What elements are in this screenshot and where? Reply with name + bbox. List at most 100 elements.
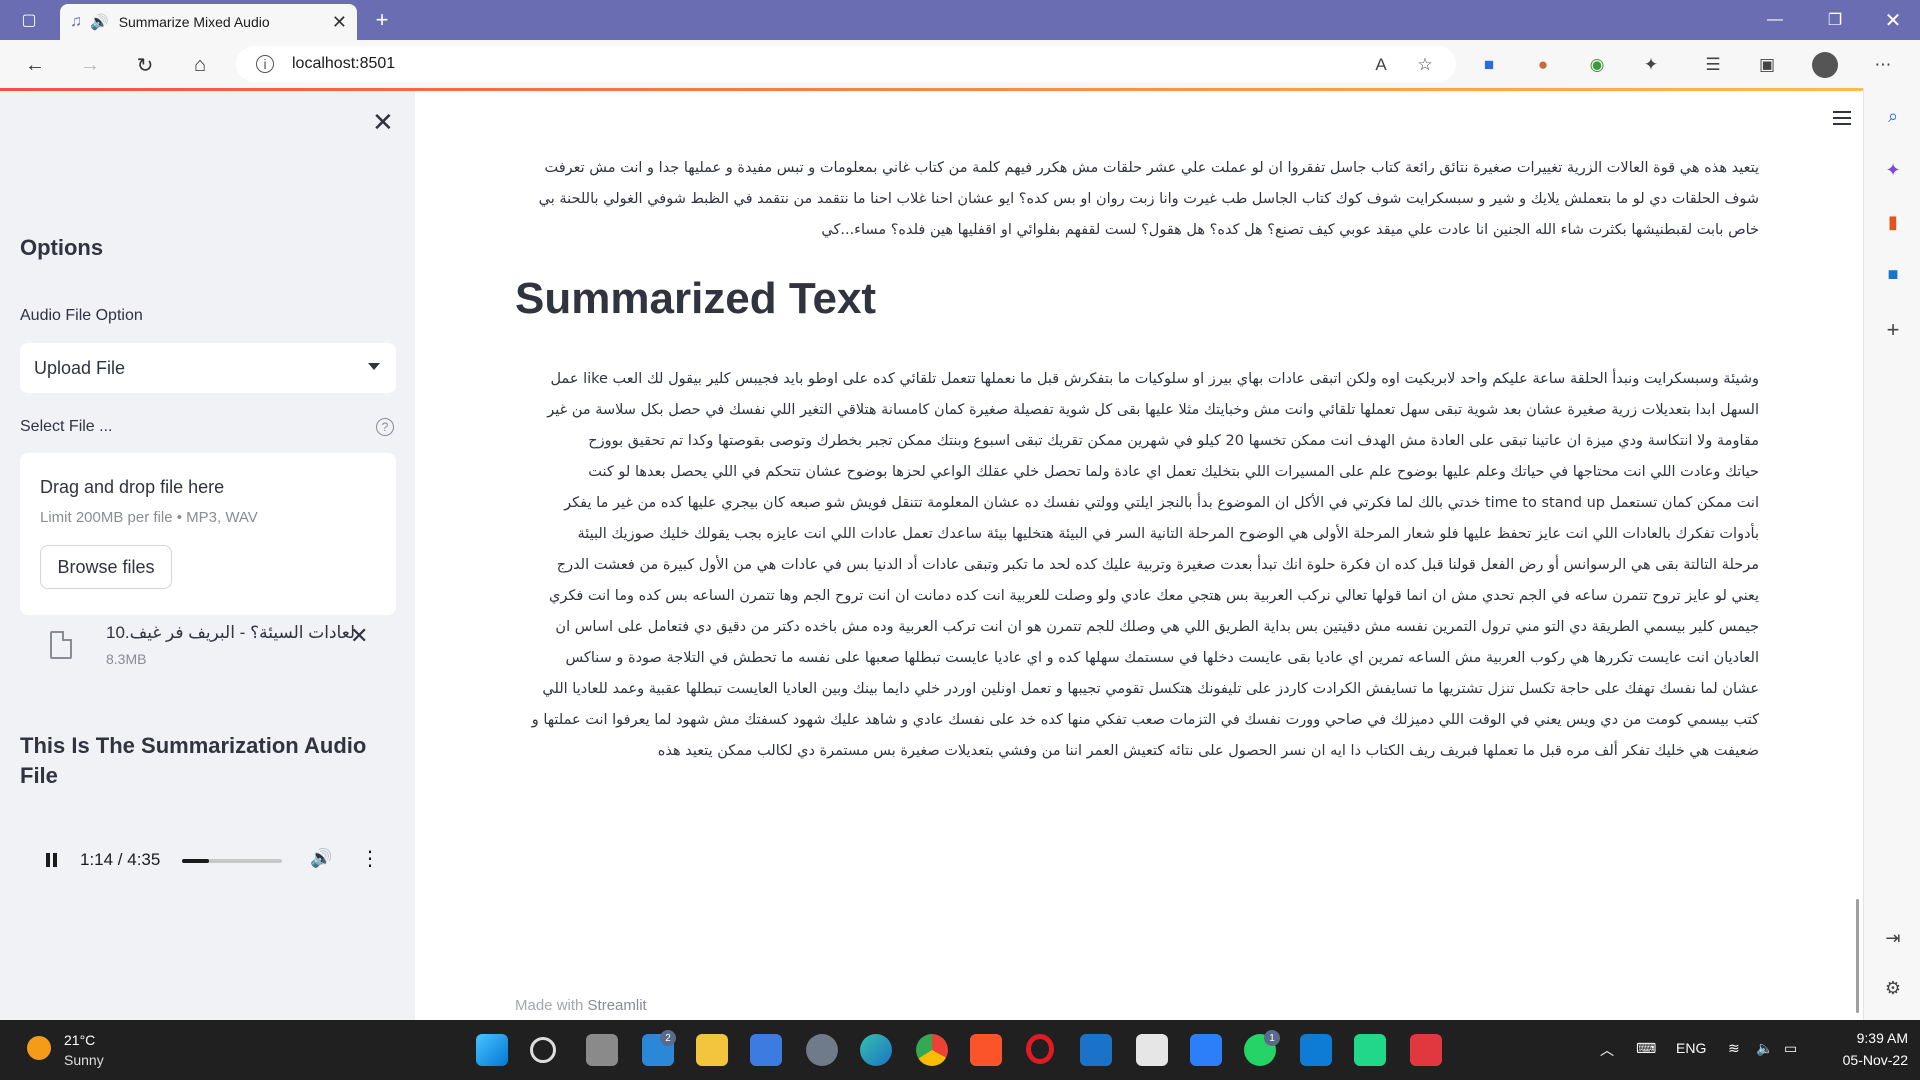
dropzone-limit: Limit 200MB per file • MP3, WAV bbox=[40, 509, 258, 526]
hamburger-menu-icon[interactable] bbox=[1833, 111, 1851, 125]
dropzone-title: Drag and drop file here bbox=[40, 477, 225, 497]
summary-line: وشيئة وسبسكرايت ونبدأ الحلقة ساعة عليكم … bbox=[550, 371, 1759, 387]
wifi-icon[interactable]: ≋ bbox=[1728, 1040, 1740, 1057]
transcript-line: يتعيد هذه هي قوة العالات الزرية تغييرات … bbox=[544, 160, 1759, 176]
more-menu-icon[interactable]: ⋯ bbox=[1870, 52, 1896, 78]
select-file-label: Select File ... bbox=[20, 418, 113, 435]
collections-icon[interactable]: ▣ bbox=[1754, 52, 1780, 78]
extensions-icon[interactable]: ✦ bbox=[1638, 52, 1664, 78]
volume-tray-icon[interactable]: 🔈 bbox=[1756, 1040, 1773, 1057]
close-window-button[interactable]: ✕ bbox=[1870, 0, 1916, 40]
zoom-extension-icon[interactable]: ■ bbox=[1476, 52, 1502, 78]
browse-files-button[interactable]: Browse files bbox=[40, 545, 172, 589]
clock-date[interactable]: 05-Nov-22 bbox=[1838, 1052, 1908, 1068]
pause-icon[interactable] bbox=[44, 853, 58, 869]
summary-line: بأدوات تفكرك بالعادات اللي انت عايز تحفظ… bbox=[577, 526, 1759, 542]
edge-sidebar: ⌕ ✦ ▮ ■ + ⇥ ⚙ bbox=[1863, 88, 1920, 1020]
chrome-icon[interactable] bbox=[916, 1034, 948, 1066]
file-icon bbox=[50, 631, 72, 659]
options-heading: Options bbox=[20, 235, 104, 260]
streamlit-favicon-icon: ♫ bbox=[70, 13, 82, 30]
close-sidebar-icon[interactable]: ✕ bbox=[372, 107, 394, 138]
streamlit-link[interactable]: Streamlit bbox=[588, 997, 647, 1014]
summary-audio-heading: This Is The Summarization Audio File bbox=[20, 733, 367, 788]
uploaded-file-name: لعادات السيئة؟ - البريف فر غيف.10... bbox=[106, 623, 356, 642]
office-icon[interactable]: ▮ bbox=[1879, 208, 1907, 236]
uploaded-file-size: 8.3MB bbox=[106, 651, 147, 667]
battery-icon[interactable]: ▭ bbox=[1784, 1040, 1797, 1057]
minimize-button[interactable]: — bbox=[1752, 0, 1798, 40]
volume-icon[interactable]: 🔊 bbox=[310, 848, 332, 869]
mail-badge: 2 bbox=[660, 1030, 676, 1046]
forward-button[interactable]: → bbox=[75, 50, 105, 80]
search-icon[interactable]: ⌕ bbox=[1879, 102, 1907, 130]
todo-icon[interactable] bbox=[1190, 1034, 1222, 1066]
add-sidebar-icon[interactable]: + bbox=[1879, 316, 1907, 344]
settings-gear-icon[interactable]: ⚙ bbox=[1879, 974, 1907, 1002]
read-aloud-icon[interactable]: A bbox=[1368, 52, 1394, 78]
player-progress-track[interactable] bbox=[182, 859, 282, 863]
back-button[interactable]: ← bbox=[20, 50, 50, 80]
tab-title: Summarize Mixed Audio bbox=[118, 14, 270, 30]
discover-icon[interactable]: ✦ bbox=[1879, 156, 1907, 184]
settings-app-icon[interactable] bbox=[806, 1034, 838, 1066]
file-explorer-icon[interactable] bbox=[696, 1034, 728, 1066]
pycharm-icon[interactable] bbox=[1354, 1034, 1386, 1066]
store-icon[interactable] bbox=[750, 1034, 782, 1066]
whatsapp-badge: 1 bbox=[1264, 1030, 1280, 1046]
brave-icon[interactable] bbox=[970, 1034, 1002, 1066]
refresh-button[interactable]: ↻ bbox=[130, 50, 160, 80]
address-bar[interactable]: i localhost:8501 bbox=[236, 46, 1456, 82]
summary-line: انت ممكن كمان تستعمل time to stand up خد… bbox=[564, 495, 1759, 511]
remove-file-icon[interactable]: ✕ bbox=[350, 623, 368, 649]
summary-line: العاديان انت عايست تكررها هي ركوب العربي… bbox=[565, 650, 1759, 666]
transcript-text: يتعيد هذه هي قوة العالات الزرية تغييرات … bbox=[515, 153, 1759, 246]
tab-actions-icon[interactable]: ▢ bbox=[6, 0, 52, 40]
weather-desc[interactable]: Sunny bbox=[64, 1052, 104, 1068]
tab-close-icon[interactable]: ✕ bbox=[332, 12, 347, 33]
outlook-icon[interactable]: ■ bbox=[1879, 260, 1907, 288]
clock-time[interactable]: 9:39 AM bbox=[1838, 1030, 1908, 1046]
anydesk-icon[interactable] bbox=[1410, 1034, 1442, 1066]
outlook-app-icon[interactable] bbox=[1080, 1034, 1112, 1066]
summary-line: يعني لو عايز تروح تتمرن ساعه في الجم تحد… bbox=[548, 588, 1759, 604]
start-icon[interactable] bbox=[476, 1034, 508, 1066]
transcript-line: خاص بابت لقبطنيشها بكثرت شاء الله الجنين… bbox=[821, 222, 1759, 238]
browser-tab[interactable]: ♫ 🔊 Summarize Mixed Audio ✕ bbox=[60, 4, 357, 40]
player-more-icon[interactable]: ⋮ bbox=[360, 846, 380, 871]
home-button[interactable]: ⌂ bbox=[185, 50, 215, 80]
browser-toolbar: ← → ↻ ⌂ i localhost:8501 A ☆ ■ ● ◉ ✦ ☰ ▣… bbox=[0, 40, 1920, 88]
summary-text: وشيئة وسبسكرايت ونبدأ الحلقة ساعة عليكم … bbox=[515, 364, 1759, 767]
restore-button[interactable]: ❐ bbox=[1812, 0, 1858, 40]
summary-line: كتب بيسمي كومت من دي ويس يعني في الوقت ا… bbox=[531, 712, 1759, 728]
hide-sidebar-icon[interactable]: ⇥ bbox=[1879, 924, 1907, 952]
new-tab-button[interactable]: + bbox=[368, 6, 396, 34]
help-icon[interactable]: ? bbox=[376, 418, 394, 436]
summary-line: مرحلة التالتة بقى هي الرسوانس أو رض الفع… bbox=[556, 557, 1759, 573]
player-time: 1:14 / 4:35 bbox=[80, 850, 161, 869]
audio-option-select[interactable]: Upload File bbox=[20, 343, 396, 393]
globe-extension-icon[interactable]: ◉ bbox=[1584, 52, 1610, 78]
edge-browser-icon[interactable] bbox=[860, 1034, 892, 1066]
add-favorite-icon[interactable]: ☆ bbox=[1412, 52, 1438, 78]
task-view-icon[interactable] bbox=[586, 1034, 618, 1066]
opera-icon[interactable] bbox=[1026, 1034, 1054, 1064]
favorites-icon[interactable]: ☰ bbox=[1700, 52, 1726, 78]
weather-temp[interactable]: 21°C bbox=[64, 1032, 95, 1048]
snipping-tool-icon[interactable] bbox=[1136, 1034, 1168, 1066]
file-dropzone[interactable]: Drag and drop file here Limit 200MB per … bbox=[20, 453, 396, 615]
profile-avatar[interactable] bbox=[1812, 52, 1838, 78]
summary-line: جيمس كلير بيسمي الطريقة دي التو مني ترول… bbox=[555, 619, 1759, 635]
sun-icon[interactable] bbox=[27, 1036, 51, 1060]
speaker-icon: 🔊 bbox=[90, 14, 109, 31]
keyboard-icon[interactable]: ⌨ bbox=[1636, 1040, 1656, 1057]
summary-line: السهل ابدا بتعديلات زرية صغيرة عشان بعد … bbox=[547, 402, 1759, 418]
chevron-up-icon[interactable]: ︿ bbox=[1600, 1040, 1614, 1060]
language-indicator[interactable]: ENG bbox=[1676, 1040, 1706, 1056]
scrollbar-thumb[interactable] bbox=[1856, 899, 1859, 1013]
summary-line: ضعيفت هي خليك تفكر ألف مره قبل ما تعملها… bbox=[657, 743, 1759, 759]
vscode-icon[interactable] bbox=[1300, 1034, 1332, 1066]
search-taskbar-icon[interactable] bbox=[530, 1037, 556, 1063]
extension-icon[interactable]: ● bbox=[1530, 52, 1556, 78]
site-info-icon[interactable]: i bbox=[256, 55, 274, 73]
